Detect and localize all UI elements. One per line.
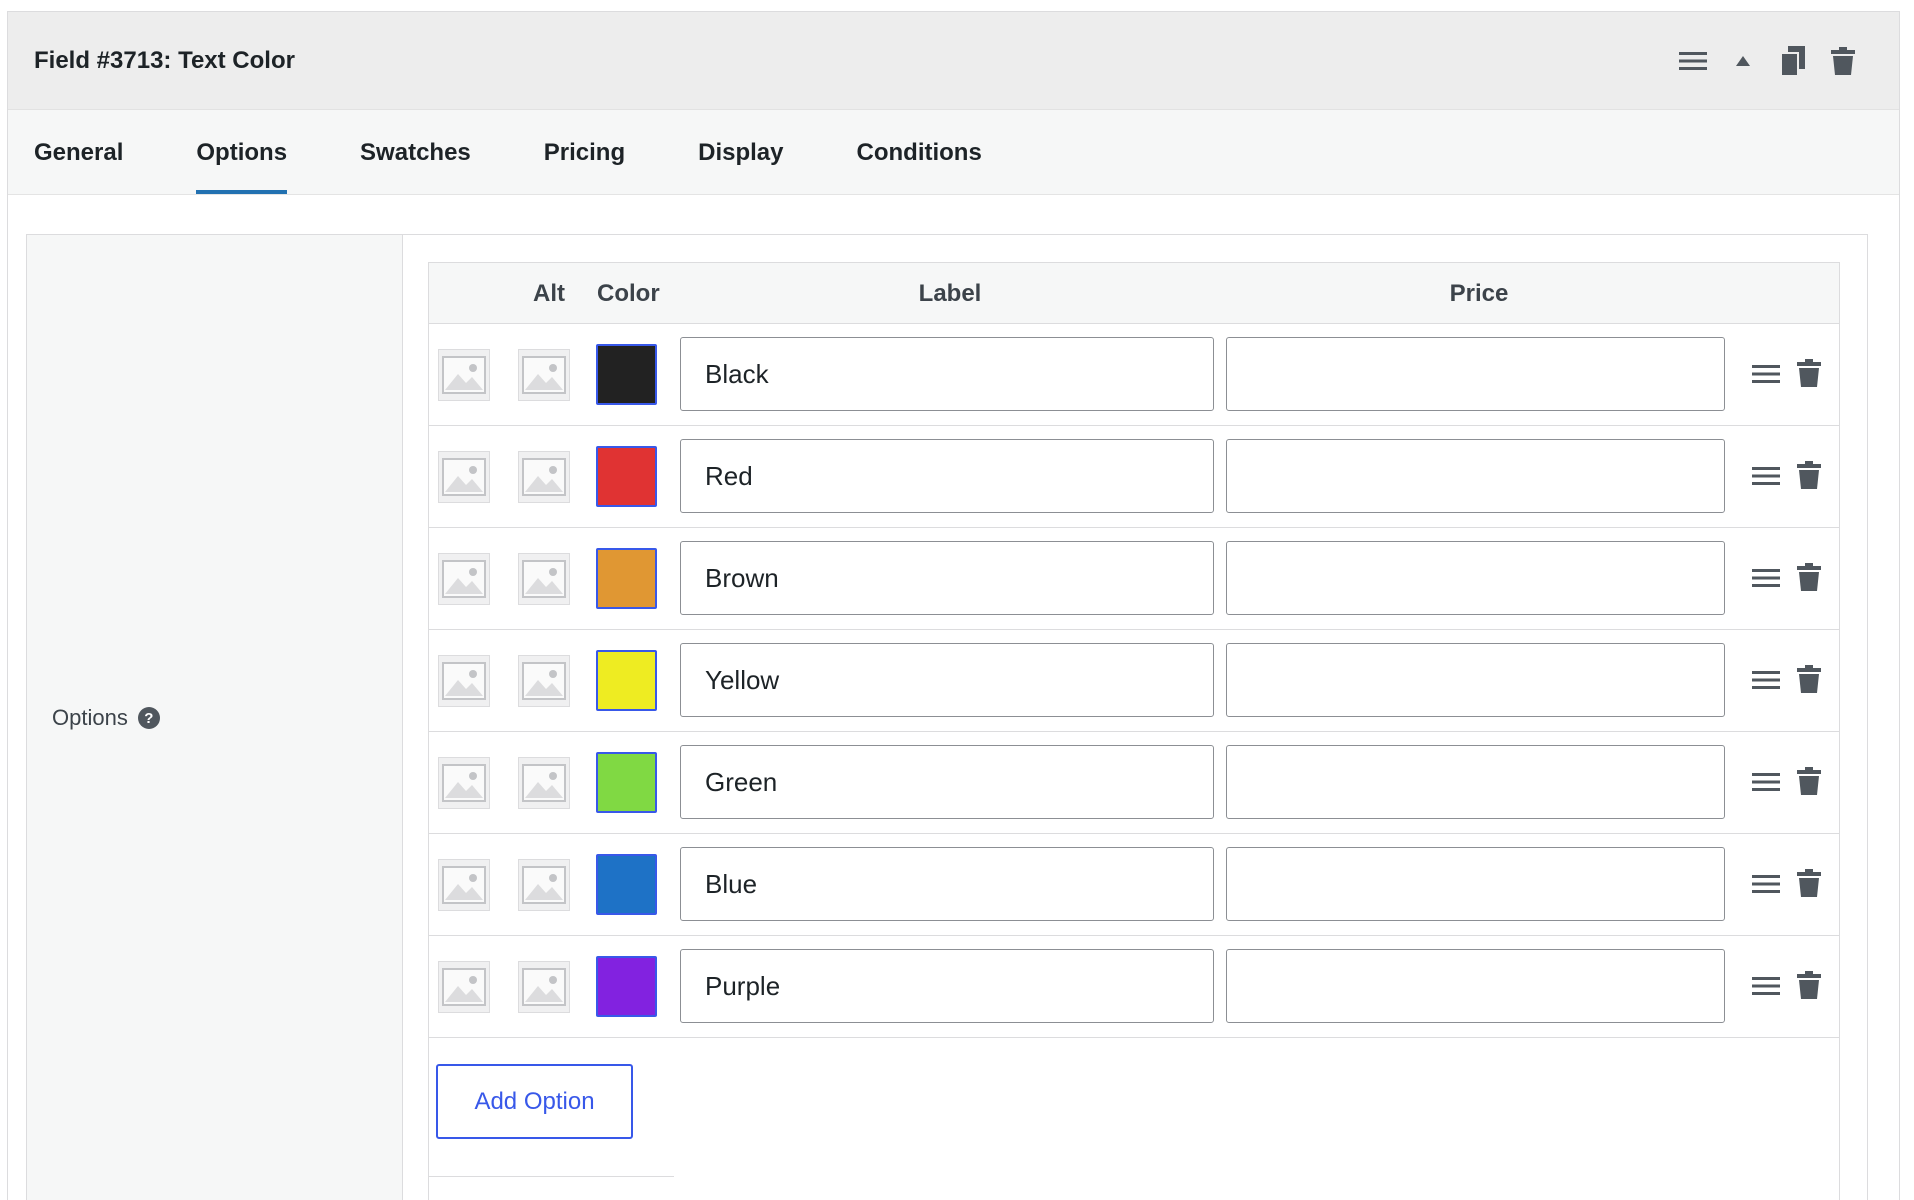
- option-label-input[interactable]: [680, 847, 1214, 921]
- image-placeholder-icon[interactable]: [438, 451, 490, 503]
- alt-image-placeholder-icon[interactable]: [518, 349, 570, 401]
- alt-image-placeholder-icon[interactable]: [518, 859, 570, 911]
- drag-handle-icon[interactable]: [1751, 359, 1781, 389]
- trash-icon[interactable]: [1794, 866, 1824, 900]
- column-header-price: Price: [1449, 279, 1509, 307]
- option-row-green: [429, 732, 1839, 834]
- drag-handle-icon[interactable]: [1751, 767, 1781, 797]
- image-placeholder-icon[interactable]: [438, 757, 490, 809]
- tab-general[interactable]: General: [34, 110, 123, 194]
- tab-bar: General Options Swatches Pricing Display…: [8, 110, 1899, 195]
- tab-display[interactable]: Display: [698, 110, 783, 194]
- color-swatch[interactable]: [596, 344, 657, 405]
- options-table: Alt Color Label Price Black Red Brown Ye…: [428, 262, 1840, 1200]
- image-placeholder-icon[interactable]: [438, 553, 490, 605]
- color-swatch[interactable]: [596, 854, 657, 915]
- option-label-input[interactable]: [680, 643, 1214, 717]
- column-header-alt: Alt: [533, 279, 565, 307]
- options-table-header: Alt Color Label Price: [429, 263, 1839, 324]
- trash-icon[interactable]: [1794, 560, 1824, 594]
- alt-image-placeholder-icon[interactable]: [518, 553, 570, 605]
- divider: [429, 1176, 674, 1177]
- image-placeholder-icon[interactable]: [438, 349, 490, 401]
- tab-swatches[interactable]: Swatches: [360, 110, 471, 194]
- drag-handle-icon[interactable]: [1751, 869, 1781, 899]
- option-row-blue: [429, 834, 1839, 936]
- option-label-input[interactable]: [680, 541, 1214, 615]
- column-header-color: Color: [597, 279, 660, 307]
- trash-icon[interactable]: [1794, 662, 1824, 696]
- collapse-arrow-icon[interactable]: [1727, 43, 1759, 79]
- trash-icon[interactable]: [1827, 43, 1859, 79]
- option-price-input[interactable]: [1226, 745, 1725, 819]
- image-placeholder-icon[interactable]: [438, 859, 490, 911]
- option-price-input[interactable]: [1226, 541, 1725, 615]
- option-row-red: [429, 426, 1839, 528]
- field-title: Field #3713: Text Color: [34, 46, 295, 74]
- option-row-black: [429, 324, 1839, 426]
- option-price-input[interactable]: [1226, 643, 1725, 717]
- trash-icon[interactable]: [1794, 356, 1824, 390]
- tab-pricing[interactable]: Pricing: [544, 110, 625, 194]
- color-swatch[interactable]: [596, 956, 657, 1017]
- trash-icon[interactable]: [1794, 764, 1824, 798]
- duplicate-icon[interactable]: [1777, 43, 1809, 79]
- options-label-column: Options ?: [27, 235, 403, 1200]
- image-placeholder-icon[interactable]: [438, 961, 490, 1013]
- option-price-input[interactable]: [1226, 439, 1725, 513]
- color-swatch[interactable]: [596, 650, 657, 711]
- drag-handle-icon[interactable]: [1751, 563, 1781, 593]
- options-rows: [429, 324, 1839, 1038]
- option-label-input[interactable]: [680, 439, 1214, 513]
- image-placeholder-icon[interactable]: [438, 655, 490, 707]
- option-price-input[interactable]: [1226, 949, 1725, 1023]
- options-field-column: Alt Color Label Price Black Red Brown Ye…: [403, 235, 1867, 1200]
- color-swatch[interactable]: [596, 548, 657, 609]
- drag-handle-icon[interactable]: [1751, 971, 1781, 1001]
- tab-conditions[interactable]: Conditions: [857, 110, 982, 194]
- color-swatch[interactable]: [596, 752, 657, 813]
- add-option-button[interactable]: Add Option: [436, 1064, 633, 1139]
- drag-handle-icon[interactable]: [1677, 43, 1709, 79]
- option-price-input[interactable]: [1226, 337, 1725, 411]
- header-actions: [1677, 43, 1859, 79]
- alt-image-placeholder-icon[interactable]: [518, 451, 570, 503]
- trash-icon[interactable]: [1794, 458, 1824, 492]
- alt-image-placeholder-icon[interactable]: [518, 655, 570, 707]
- alt-image-placeholder-icon[interactable]: [518, 961, 570, 1013]
- option-row-yellow: [429, 630, 1839, 732]
- trash-icon[interactable]: [1794, 968, 1824, 1002]
- option-row-brown: [429, 528, 1839, 630]
- option-label-input[interactable]: [680, 949, 1214, 1023]
- options-label-text: Options: [52, 705, 128, 730]
- option-label-input[interactable]: [680, 745, 1214, 819]
- option-label-input[interactable]: [680, 337, 1214, 411]
- option-row-purple: [429, 936, 1839, 1038]
- drag-handle-icon[interactable]: [1751, 665, 1781, 695]
- option-price-input[interactable]: [1226, 847, 1725, 921]
- help-icon[interactable]: ?: [137, 707, 160, 729]
- drag-handle-icon[interactable]: [1751, 461, 1781, 491]
- column-header-label: Label: [918, 279, 982, 307]
- options-section: Options ? Alt Color Label Price Black Re…: [26, 234, 1868, 1200]
- alt-image-placeholder-icon[interactable]: [518, 757, 570, 809]
- tab-options[interactable]: Options: [196, 110, 287, 194]
- field-header[interactable]: Field #3713: Text Color: [8, 12, 1899, 110]
- options-label: Options ?: [52, 705, 160, 731]
- color-swatch[interactable]: [596, 446, 657, 507]
